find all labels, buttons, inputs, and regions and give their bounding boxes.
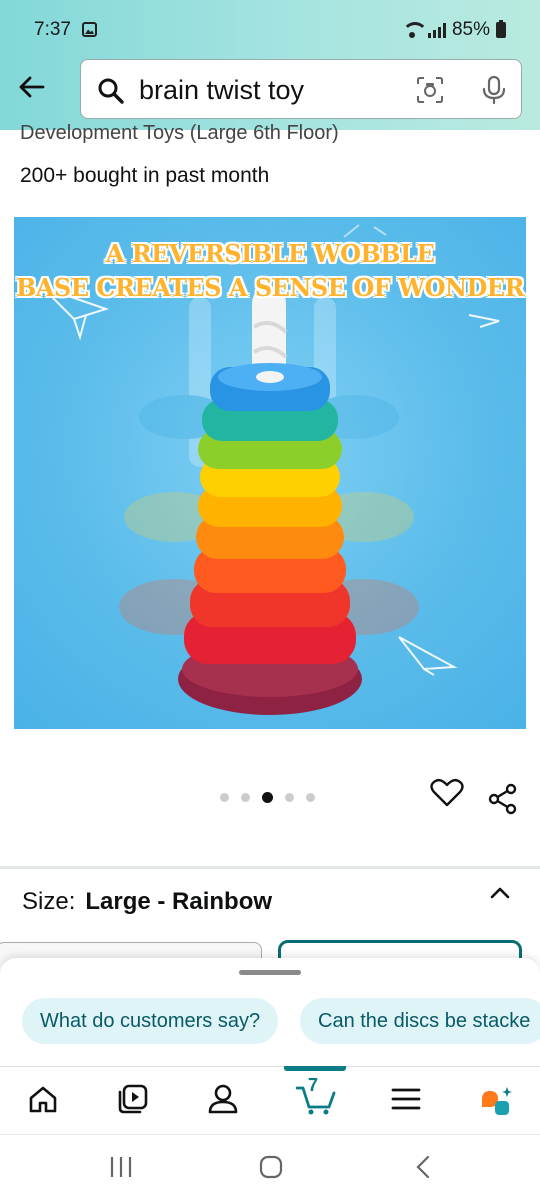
status-bar: 7:37 85% [0,0,540,58]
status-indicators: 85% [401,19,506,41]
size-selector[interactable]: Size: Large - Rainbow [22,888,272,916]
account-icon[interactable] [207,1083,239,1115]
size-label: Size: [22,888,76,915]
size-value: Large - Rainbow [85,888,273,915]
pager-dot[interactable] [220,793,229,802]
search-input[interactable]: brain twist toy [139,75,304,106]
pager-dot[interactable] [241,793,250,802]
signal-icon [427,22,446,38]
image-banner-line2: BASE CREATES A SENSE OF WONDER [15,273,525,302]
search-icon [98,78,124,104]
chevron-up-icon[interactable] [488,884,512,902]
battery-icon [496,20,506,38]
home-nav-icon[interactable] [259,1155,283,1179]
bought-count: 200+ bought in past month [20,164,270,187]
pager-dot[interactable] [285,793,294,802]
back-arrow-icon[interactable] [16,72,46,102]
status-time: 7:37 [34,19,71,40]
image-banner-line1: A REVERSIBLE WOBBLE [105,239,435,268]
share-icon[interactable] [487,783,519,815]
header: 7:37 85% brain twist toy [0,0,540,130]
product-title-fragment[interactable]: Development Toys (Large 6th Floor) [20,122,339,145]
system-nav-bar [0,1134,540,1200]
menu-icon[interactable] [390,1083,422,1115]
home-icon[interactable] [27,1083,59,1115]
heart-icon[interactable] [430,778,464,808]
section-divider [0,866,540,869]
image-pager[interactable] [220,792,315,803]
ask-sheet: What do customers say? Can the discs be … [0,958,540,1070]
sheet-handle[interactable] [239,970,301,975]
wifi-icon [401,22,428,38]
pager-dot[interactable] [306,793,315,802]
video-play-icon[interactable] [117,1083,149,1115]
recents-icon[interactable] [108,1155,134,1179]
microphone-icon[interactable] [481,75,507,105]
cart-icon [296,1086,336,1115]
camera-lens-icon[interactable] [416,76,444,104]
rufus-icon[interactable] [478,1085,514,1117]
active-tab-indicator [284,1066,346,1071]
suggestion-chip[interactable]: Can the discs be stacke [300,998,540,1044]
suggestion-chip[interactable]: What do customers say? [22,998,279,1044]
product-image[interactable]: A REVERSIBLE WOBBLE BASE CREATES A SENSE… [14,217,526,729]
search-bar[interactable]: brain twist toy [80,59,522,119]
gallery-notification-icon [82,22,97,37]
battery-percent: 85% [451,19,490,40]
cart-tab[interactable]: 7 [296,1075,336,1119]
bottom-tab-bar: 7 [0,1066,540,1134]
back-nav-icon[interactable] [414,1155,432,1179]
pager-dot-active[interactable] [262,792,273,803]
